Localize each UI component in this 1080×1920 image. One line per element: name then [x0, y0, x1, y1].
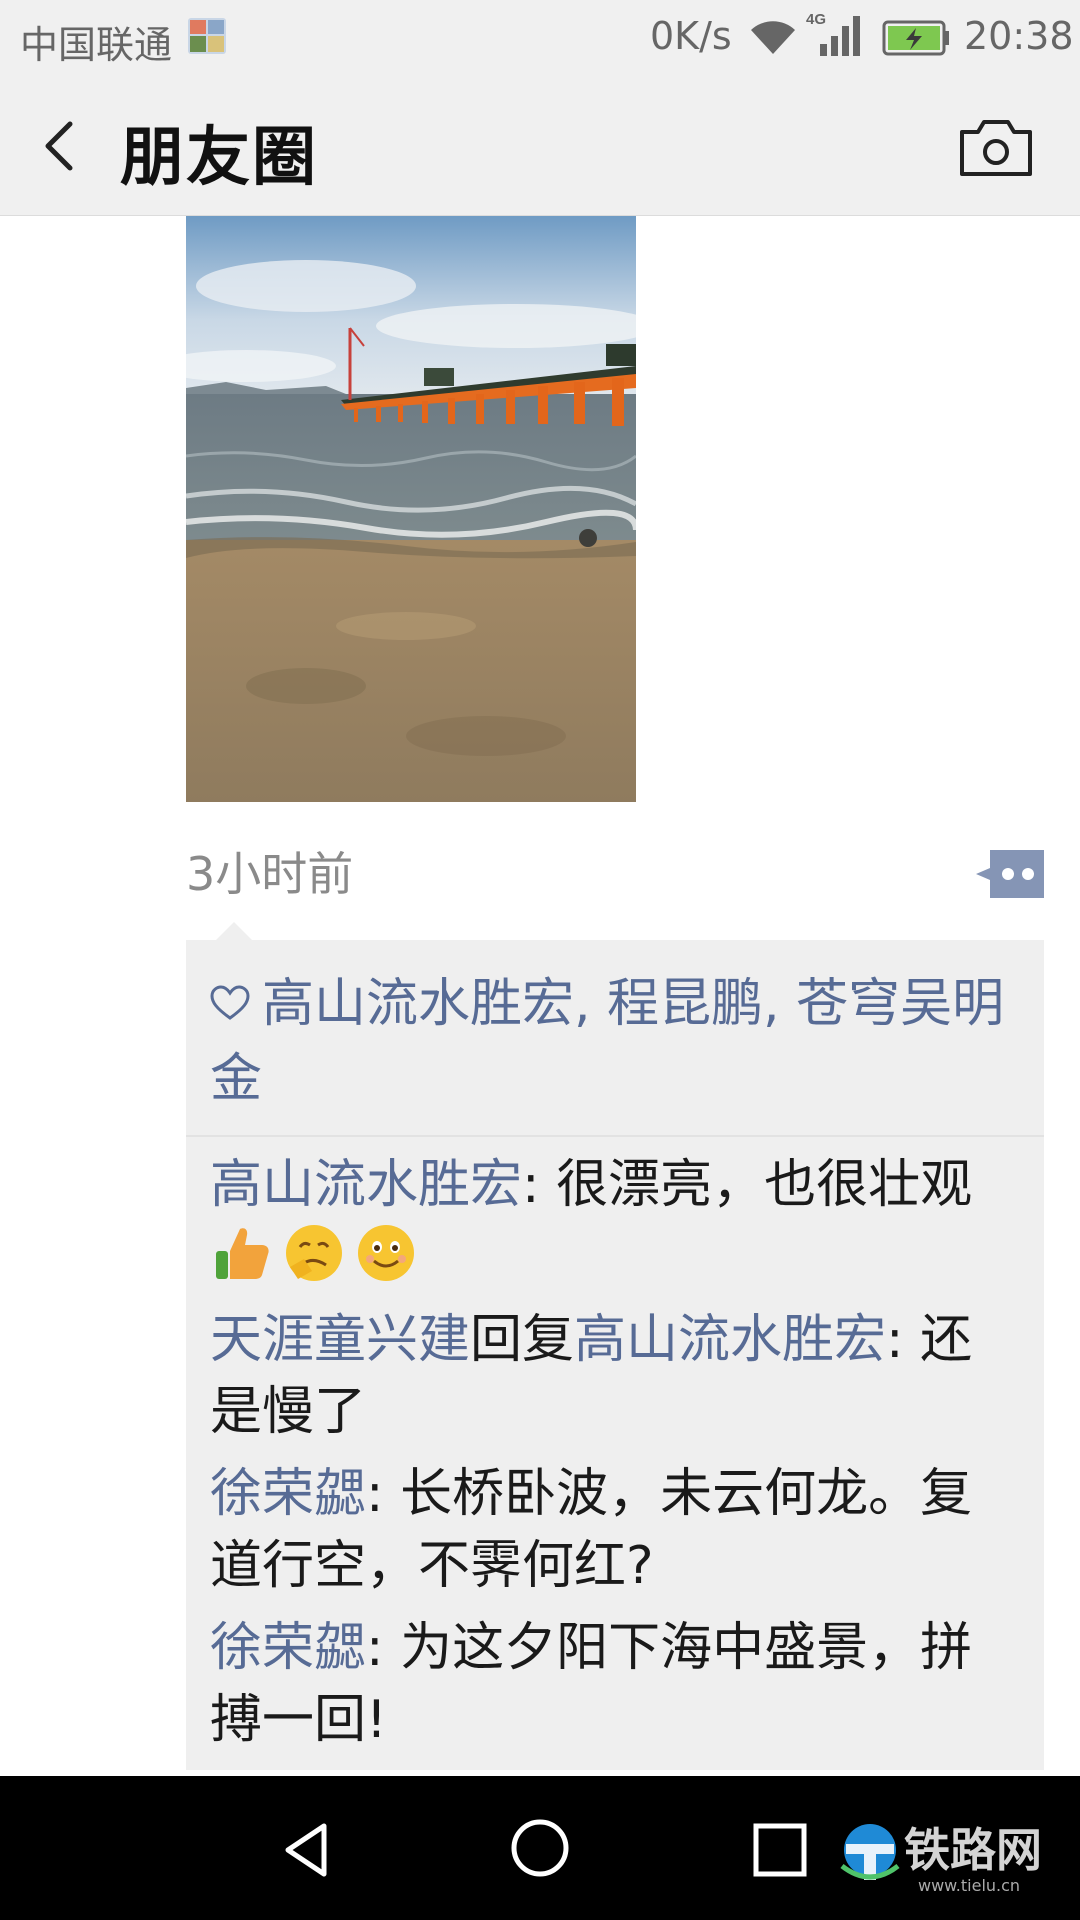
- smile-emoji-icon: [354, 1221, 418, 1285]
- comment-author[interactable]: 高山流水胜宏: [210, 1155, 522, 1215]
- page-title: 朋友圈: [120, 121, 318, 195]
- comment-more-icon: [976, 850, 1044, 898]
- comment-separator: :: [366, 1618, 401, 1678]
- camera-button[interactable]: [956, 114, 1036, 180]
- reply-to-author[interactable]: 高山流水胜宏: [574, 1310, 886, 1370]
- comment-separator: :: [522, 1155, 557, 1215]
- nav-recent-button[interactable]: [740, 1810, 820, 1890]
- comment-item[interactable]: 高山流水胜宏: 很漂亮，也很壮观: [210, 1149, 1020, 1294]
- comment-item[interactable]: 天涯童兴建回复高山流水胜宏: 还是慢了: [210, 1304, 1020, 1448]
- nav-home-icon: [511, 1819, 569, 1877]
- comment-author[interactable]: 徐荣勰: [210, 1464, 366, 1524]
- net-speed: 0K/s: [650, 14, 732, 58]
- bridge-over-sea-photo: [186, 216, 636, 802]
- status-bar: 中国联通 0K/s 4G 20:38: [0, 0, 1080, 76]
- reply-word: 回复: [470, 1310, 575, 1370]
- thinking-emoji-icon: [282, 1221, 346, 1285]
- comment-item[interactable]: 徐荣勰: 长桥卧波，未云何龙。复道行空，不霁何红?: [210, 1458, 1020, 1602]
- comment-separator: :: [366, 1464, 401, 1524]
- panel-pointer: [214, 922, 254, 942]
- watermark-logo: 铁路网 www.tielu.cn: [836, 1810, 1072, 1900]
- railway-logo-icon: [840, 1824, 900, 1880]
- wifi-icon: [748, 16, 798, 65]
- more-actions-button[interactable]: [976, 850, 1044, 898]
- watermark-url: www.tielu.cn: [918, 1876, 1021, 1895]
- chevron-left-icon: [45, 121, 73, 171]
- battery-icon: [882, 20, 952, 65]
- nav-back-icon: [285, 1823, 327, 1877]
- post-photo[interactable]: [186, 216, 636, 802]
- comment-text: 很漂亮，也很壮观: [556, 1155, 973, 1215]
- thumbs-up-emoji-icon: [210, 1221, 274, 1285]
- signal-icon: 4G: [806, 10, 870, 69]
- network-type-label: 4G: [806, 11, 826, 28]
- nav-back-button[interactable]: [268, 1810, 348, 1890]
- comment-separator: :: [886, 1310, 921, 1370]
- post-timestamp: 3小时前: [186, 847, 354, 901]
- title-bar: 朋友圈: [0, 76, 1080, 216]
- camera-icon: [960, 120, 1032, 176]
- interaction-panel: 高山流水胜宏, 程昆鹏, 苍穹吴明金 高山流水胜宏: 很漂亮，也很壮观 天涯童兴…: [186, 940, 1044, 1770]
- comment-item[interactable]: 徐荣勰: 为这夕阳下海中盛景，拼搏一回!: [210, 1612, 1020, 1756]
- notification-thumbnail-icon: [188, 18, 226, 54]
- comment-author[interactable]: 徐荣勰: [210, 1618, 366, 1678]
- carrier-name: 中国联通: [20, 23, 173, 67]
- comment-author[interactable]: 天涯童兴建: [210, 1310, 470, 1370]
- heart-outline-icon: [210, 971, 252, 1043]
- comments-list: 高山流水胜宏: 很漂亮，也很壮观 天涯童兴建回复高山流水胜宏: 还是慢了 徐荣勰…: [186, 1137, 1044, 1756]
- clock: 20:38: [964, 14, 1074, 58]
- liker-names[interactable]: 高山流水胜宏, 程昆鹏, 苍穹吴明金: [210, 974, 1004, 1109]
- nav-recent-icon: [753, 1823, 807, 1877]
- system-nav-bar: 铁路网 www.tielu.cn: [0, 1776, 1080, 1920]
- likes-row: 高山流水胜宏, 程昆鹏, 苍穹吴明金: [186, 940, 1044, 1137]
- nav-home-button[interactable]: [500, 1808, 580, 1888]
- watermark-text: 铁路网: [904, 1823, 1042, 1877]
- back-button[interactable]: [34, 110, 98, 182]
